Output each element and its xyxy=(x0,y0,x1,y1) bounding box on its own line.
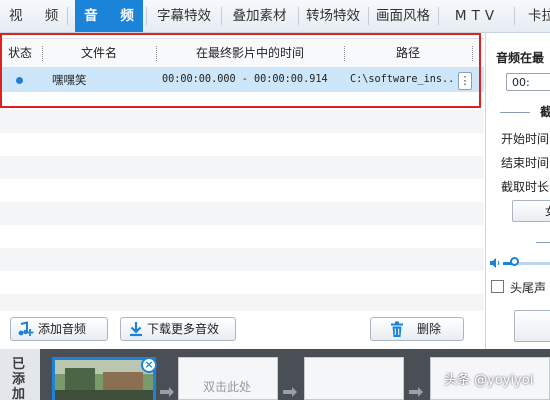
column-divider xyxy=(156,46,157,61)
tab-divider xyxy=(146,7,147,25)
trash-icon xyxy=(389,321,405,345)
duration-label: 截取时长 xyxy=(501,180,550,194)
empty-row xyxy=(0,248,484,271)
filename-cell: 嘿嘿笑 xyxy=(52,73,87,87)
add-audio-button[interactable]: 添加音频 xyxy=(10,317,108,341)
double-click-hint: 双击此处 xyxy=(203,380,252,394)
watermark-text: 头条 @yoyiyoi xyxy=(444,373,534,388)
panel-bottom-button[interactable] xyxy=(514,310,550,342)
tab-video[interactable]: 视 频 xyxy=(0,0,66,32)
tab-overlay-material[interactable]: 叠加素材 xyxy=(223,0,296,32)
panel-action-label: 女 xyxy=(545,203,550,219)
empty-row xyxy=(0,156,484,179)
tab-divider xyxy=(67,7,68,25)
clip-preview-image xyxy=(55,360,153,400)
tab-divider xyxy=(368,7,369,25)
add-audio-label: 添加音频 xyxy=(38,322,87,336)
column-divider xyxy=(42,46,43,61)
audio-list: 状态 文件名 在最终影片中的时间 路径 嘿嘿笑 00:00:00.000 - 0… xyxy=(0,33,484,311)
tab-bar: 视 频 音 频 字幕特效 叠加素材 转场特效 画面风格 MTV 卡拉 xyxy=(0,0,550,33)
add-music-icon xyxy=(18,321,34,344)
more-options-button[interactable]: ⋮ xyxy=(458,72,472,90)
panel-title: 音频在最 xyxy=(496,51,545,65)
column-header-time[interactable]: 在最终影片中的时间 xyxy=(158,39,342,67)
tab-divider xyxy=(298,7,299,25)
tab-divider xyxy=(221,7,222,25)
tab-divider xyxy=(514,7,515,25)
delete-button[interactable]: 删除 xyxy=(370,317,464,341)
table-header: 状态 文件名 在最终影片中的时间 路径 xyxy=(0,38,484,68)
fade-label: 头尾声 xyxy=(510,281,547,295)
column-divider xyxy=(472,46,473,61)
tab-picture-style[interactable]: 画面风格 xyxy=(370,0,436,32)
transition-arrow-icon[interactable] xyxy=(160,387,174,397)
section-divider xyxy=(500,112,530,113)
panel-action-button[interactable]: 女 xyxy=(512,200,550,222)
start-time-label: 开始时间 xyxy=(501,132,550,146)
fade-checkbox[interactable] xyxy=(491,280,504,293)
tab-transition-effects[interactable]: 转场特效 xyxy=(300,0,366,32)
column-header-filename[interactable]: 文件名 xyxy=(44,39,154,67)
status-dot-icon xyxy=(16,77,23,84)
column-divider xyxy=(344,46,345,61)
download-more-effects-button[interactable]: 下载更多音效 xyxy=(120,317,236,341)
section-title: 截 xyxy=(540,103,550,120)
tab-karaoke[interactable]: 卡拉 xyxy=(518,0,550,32)
section-divider xyxy=(536,242,550,243)
path-cell: C:\software_ins.. xyxy=(350,74,455,85)
tab-audio[interactable]: 音 频 xyxy=(75,0,143,32)
end-time-label: 结束时间 xyxy=(501,156,550,170)
audio-settings-panel: 音频在最 00: 截 开始时间 结束时间 截取时长 女 头尾声 xyxy=(485,33,550,349)
download-icon xyxy=(128,321,144,344)
remove-clip-icon[interactable]: × xyxy=(141,357,157,373)
audio-toolbar: 添加音频 下载更多音效 删除 xyxy=(0,311,484,348)
transition-arrow-icon[interactable] xyxy=(283,387,297,397)
added-label-char: 加 xyxy=(12,387,26,400)
column-header-path[interactable]: 路径 xyxy=(346,39,470,67)
empty-row xyxy=(0,202,484,225)
empty-clip-slot[interactable] xyxy=(304,357,404,400)
tab-mtv[interactable]: MTV xyxy=(443,0,511,32)
added-label: 已 添 加 xyxy=(0,349,40,400)
volume-slider-handle[interactable] xyxy=(510,257,519,266)
time-cell: 00:00:00.000 - 00:00:00.914 xyxy=(162,74,328,85)
delete-label: 删除 xyxy=(417,322,442,336)
tab-divider xyxy=(438,7,439,25)
transition-arrow-icon[interactable] xyxy=(409,387,423,397)
empty-row xyxy=(0,294,484,311)
tab-subtitle-effects[interactable]: 字幕特效 xyxy=(149,0,219,32)
table-row[interactable]: 嘿嘿笑 00:00:00.000 - 00:00:00.914 C:\softw… xyxy=(0,68,484,92)
volume-icon xyxy=(489,257,501,272)
position-time-input[interactable]: 00: xyxy=(506,73,550,91)
column-header-status[interactable]: 状态 xyxy=(0,39,40,67)
download-more-label: 下载更多音效 xyxy=(147,322,220,336)
empty-clip-slot[interactable]: 双击此处 xyxy=(178,357,278,400)
empty-row xyxy=(0,110,484,133)
